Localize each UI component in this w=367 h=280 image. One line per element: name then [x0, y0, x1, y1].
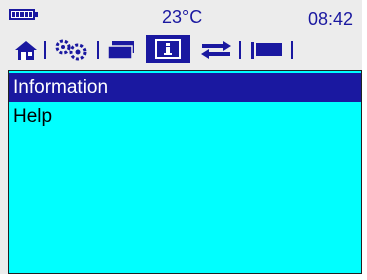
- clock: 08:42: [308, 9, 354, 29]
- tab-separator: [291, 41, 293, 59]
- tab-info[interactable]: [146, 35, 190, 63]
- menu-item-help[interactable]: Help: [9, 102, 361, 131]
- tab-bar: [0, 33, 362, 63]
- transfer-arrows-icon: [201, 41, 231, 59]
- info-icon: [155, 39, 181, 59]
- windows-icon: [107, 41, 134, 60]
- temperature-readout: 23°C: [162, 7, 203, 27]
- menu-item-information[interactable]: Information: [9, 73, 361, 102]
- device-screen: 23°C 08:42 Information Help: [0, 0, 362, 274]
- battery-icon: [9, 9, 35, 20]
- menu-item-label: Information: [13, 77, 109, 98]
- tab-transfer[interactable]: [198, 39, 234, 61]
- tab-separator: [239, 41, 241, 59]
- tab-settings[interactable]: [52, 39, 92, 61]
- settings-gears-icon: [55, 39, 87, 61]
- tab-separator: [97, 41, 99, 59]
- tab-flag[interactable]: [247, 39, 287, 61]
- battery-tip: [35, 12, 38, 17]
- menu-item-label: Help: [13, 106, 53, 127]
- tab-windows[interactable]: [105, 39, 139, 61]
- tab-separator: [44, 41, 46, 59]
- home-icon: [15, 41, 37, 60]
- tab-home[interactable]: [12, 39, 40, 61]
- status-bar: 23°C 08:42: [0, 0, 362, 32]
- flag-icon: [251, 42, 282, 59]
- menu-panel: Information Help: [8, 70, 362, 274]
